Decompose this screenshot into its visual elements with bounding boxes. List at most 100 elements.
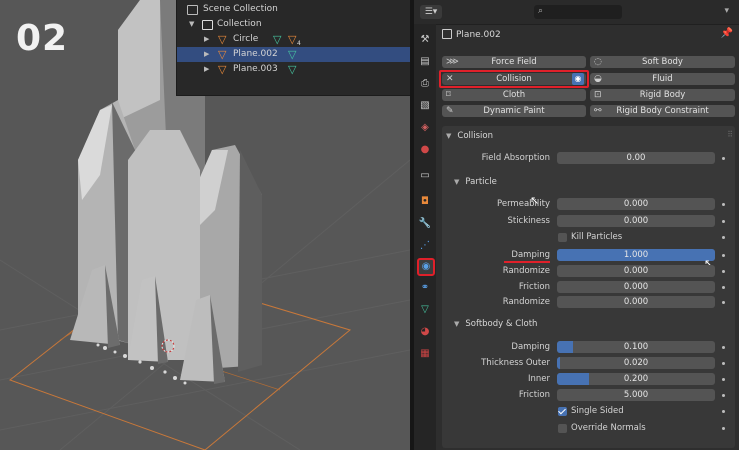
collection-tab-icon[interactable]: ▭: [417, 168, 433, 184]
field-value: 0.000: [623, 216, 649, 226]
texture-tab-icon[interactable]: ▦: [417, 346, 433, 362]
softbody-damping-slider[interactable]: 0.100: [557, 341, 715, 353]
mesh-object-icon: ▽: [218, 48, 227, 61]
modifier-tab-icon[interactable]: 🔧: [417, 216, 433, 232]
fluid-button[interactable]: ◒ Fluid: [590, 73, 735, 85]
damping-randomize-label: Randomize: [502, 266, 550, 276]
properties-tab-bar: ⚒ ▤ ⎙ ▧ ◈ ● ▭ ◘ 🔧 ⋰ ◉ ⚭ ▽ ◕ ▦: [414, 24, 436, 450]
outliner-label: Plane.002: [233, 49, 278, 59]
keyframe-dot[interactable]: [722, 157, 725, 160]
physics-tab-icon[interactable]: ◉: [417, 258, 435, 276]
field-value: 0.020: [623, 358, 649, 368]
drag-handle-icon[interactable]: ⠿: [727, 130, 733, 139]
material-tab-icon[interactable]: ◕: [417, 324, 433, 340]
force-field-icon: ⋙: [446, 57, 459, 67]
scene-collection-icon: [187, 5, 198, 15]
object-tab-icon[interactable]: ◘: [417, 194, 433, 210]
keyframe-dot[interactable]: [722, 254, 725, 257]
stickiness-field[interactable]: 0.000: [557, 215, 715, 227]
keyframe-dot[interactable]: [722, 301, 725, 304]
keyframe-dot[interactable]: [722, 362, 725, 365]
expand-down-icon[interactable]: ▼: [189, 17, 194, 32]
modifier-icon[interactable]: ▽: [288, 32, 296, 47]
collision-panel-header[interactable]: ▼ Collision: [446, 131, 493, 141]
panel-title: Softbody & Cloth: [465, 319, 538, 329]
force-field-button[interactable]: ⋙ Force Field: [442, 56, 586, 68]
single-sided-label: Single Sided: [571, 406, 624, 416]
dynamic-paint-button[interactable]: ✎ Dynamic Paint: [442, 105, 586, 117]
constraints-tab-icon[interactable]: ⚭: [417, 280, 433, 296]
inner-label: Inner: [527, 374, 550, 384]
expand-right-icon[interactable]: ▶: [204, 32, 209, 47]
outliner-item-plane-002[interactable]: ▶ ▽ Plane.002 ▽: [177, 47, 413, 62]
keyframe-dot[interactable]: [722, 427, 725, 430]
mesh-data-icon[interactable]: ▽: [288, 47, 296, 62]
mesh-data-icon[interactable]: ▽: [288, 62, 296, 77]
inner-slider[interactable]: 0.200: [557, 373, 715, 385]
button-label: Fluid: [652, 74, 673, 84]
keyframe-dot[interactable]: [722, 410, 725, 413]
keyframe-dot[interactable]: [722, 286, 725, 289]
tool-tab-icon[interactable]: ⚒: [417, 32, 433, 48]
properties-header: ☰▾ ⌕ ▾: [414, 0, 739, 25]
world-tab-icon[interactable]: ●: [417, 142, 433, 158]
particle-damping-slider[interactable]: 1.000: [557, 249, 715, 261]
rigid-body-constraint-button[interactable]: ⚯ Rigid Body Constraint: [590, 105, 735, 117]
cloth-button[interactable]: ⌑ Cloth: [442, 89, 586, 101]
kill-particles-checkbox[interactable]: [558, 233, 567, 242]
rigid-body-button[interactable]: ⊡ Rigid Body: [590, 89, 735, 101]
permeability-field[interactable]: 0.000: [557, 198, 715, 210]
button-label: Dynamic Paint: [483, 106, 545, 116]
keyframe-dot[interactable]: [722, 220, 725, 223]
softbody-cloth-subpanel-header[interactable]: ▼ Softbody & Cloth: [454, 319, 537, 329]
softbody-friction-field[interactable]: 5.000: [557, 389, 715, 401]
outliner-scene-collection[interactable]: Scene Collection: [177, 2, 413, 17]
properties-editor-icon: ☰▾: [424, 7, 438, 17]
expand-right-icon[interactable]: ▶: [204, 47, 209, 62]
editor-type-dropdown[interactable]: ☰▾: [420, 5, 442, 19]
override-normals-checkbox[interactable]: [558, 424, 567, 433]
damping-randomize-field[interactable]: 0.000: [557, 265, 715, 277]
outliner[interactable]: Scene Collection ▼ Collection ▶ ▽ Circle…: [176, 0, 413, 96]
button-label: Force Field: [491, 57, 537, 67]
outliner-item-circle[interactable]: ▶ ▽ Circle ▽ ▽ 4: [177, 32, 413, 47]
thickness-outer-label: Thickness Outer: [481, 358, 550, 368]
keyframe-dot[interactable]: [722, 394, 725, 397]
button-label: Rigid Body Constraint: [616, 106, 709, 116]
properties-content: Plane.002 📌 ⋙ Force Field ◌ Soft Body ✕ Col…: [438, 24, 739, 450]
pin-icon[interactable]: 📌: [721, 28, 733, 39]
outliner-item-collection[interactable]: ▼ Collection: [177, 17, 413, 32]
softbody-friction-label: Friction: [518, 390, 550, 400]
softbody-damping-label: Damping: [511, 342, 550, 352]
keyframe-dot[interactable]: [722, 378, 725, 381]
options-dropdown-icon[interactable]: ▾: [724, 6, 729, 16]
mesh-object-icon: ▽: [218, 33, 227, 46]
data-tab-icon[interactable]: ▽: [417, 302, 433, 318]
outliner-item-plane-003[interactable]: ▶ ▽ Plane.003 ▽: [177, 62, 413, 77]
mesh-data-icon[interactable]: ▽: [273, 32, 281, 47]
particle-subpanel-header[interactable]: ▼ Particle: [454, 177, 497, 187]
thickness-outer-slider[interactable]: 0.020: [557, 357, 715, 369]
override-normals-label: Override Normals: [571, 423, 646, 433]
particle-friction-field[interactable]: 0.000: [557, 281, 715, 293]
output-tab-icon[interactable]: ⎙: [417, 76, 433, 92]
render-tab-icon[interactable]: ▤: [417, 54, 433, 70]
keyframe-dot[interactable]: [722, 346, 725, 349]
keyframe-dot[interactable]: [722, 236, 725, 239]
scene-tab-icon[interactable]: ◈: [417, 120, 433, 136]
search-input[interactable]: ⌕: [534, 5, 622, 19]
keyframe-dot[interactable]: [722, 203, 725, 206]
single-sided-checkbox[interactable]: [558, 407, 567, 416]
keyframe-dot[interactable]: [722, 270, 725, 273]
view-layer-tab-icon[interactable]: ▧: [417, 98, 433, 114]
chevron-down-icon: ▼: [454, 320, 460, 328]
search-icon: ⌕: [538, 6, 544, 16]
particles-tab-icon[interactable]: ⋰: [417, 238, 433, 254]
soft-body-button[interactable]: ◌ Soft Body: [590, 56, 735, 68]
field-absorption-label: Field Absorption: [481, 153, 550, 163]
expand-right-icon[interactable]: ▶: [204, 62, 209, 77]
field-absorption-field[interactable]: 0.00: [557, 152, 715, 164]
friction-randomize-field[interactable]: 0.000: [557, 296, 715, 308]
mesh-object-icon: ▽: [218, 63, 227, 76]
particle-damping-label: Damping: [511, 250, 550, 260]
